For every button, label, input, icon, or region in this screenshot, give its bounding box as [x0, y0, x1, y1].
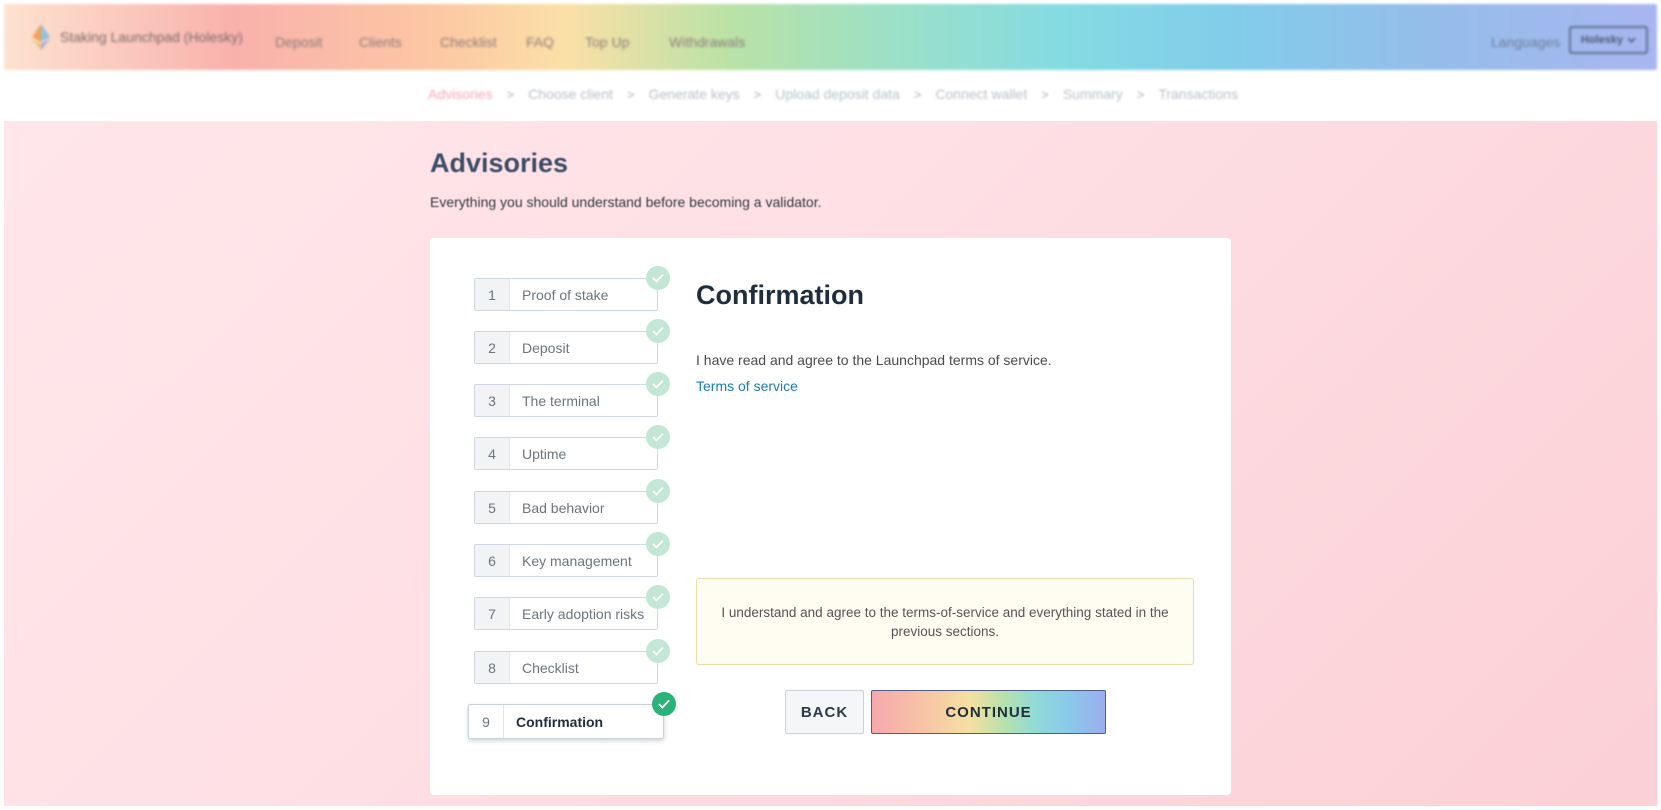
check-icon: [646, 319, 670, 343]
step-number: 2: [475, 332, 510, 363]
step-confirmation[interactable]: 9 Confirmation: [468, 692, 676, 739]
page-subtitle: Everything you should understand before …: [430, 194, 822, 210]
step-label: Key management: [522, 552, 632, 569]
step-checklist[interactable]: 8 Checklist: [474, 639, 670, 684]
chevron-right-icon: >: [1041, 86, 1049, 102]
step-number: 7: [475, 598, 510, 629]
page-title: Advisories: [430, 148, 569, 178]
step-label: Deposit: [522, 339, 570, 356]
step-number: 4: [475, 438, 510, 469]
step-number: 3: [475, 385, 510, 416]
breadcrumb-summary[interactable]: Summary: [1063, 86, 1123, 102]
check-icon: [652, 692, 676, 716]
step-the-terminal[interactable]: 3 The terminal: [474, 372, 670, 417]
breadcrumb-advisories[interactable]: Advisories: [428, 86, 493, 102]
confirmation-text: I have read and agree to the Launchpad t…: [696, 352, 1052, 368]
step-number: 1: [475, 279, 510, 310]
chevron-right-icon: >: [506, 86, 515, 102]
step-label: Proof of stake: [522, 286, 609, 303]
breadcrumb-transactions[interactable]: Transactions: [1158, 86, 1238, 102]
continue-button[interactable]: CONTINUE: [871, 690, 1106, 734]
breadcrumb-generate-keys[interactable]: Generate keys: [649, 86, 740, 102]
step-bad-behavior[interactable]: 5 Bad behavior: [474, 479, 670, 524]
step-label: Early adoption risks: [522, 605, 645, 622]
step-number: 6: [475, 545, 510, 576]
breadcrumb: Advisories > Choose client > Generate ke…: [428, 86, 1238, 102]
nav-checklist[interactable]: Checklist: [440, 34, 497, 50]
step-label: Confirmation: [516, 713, 604, 730]
brand-link[interactable]: Staking Launchpad (Holesky): [32, 24, 243, 50]
step-proof-of-stake[interactable]: 1 Proof of stake: [474, 266, 670, 311]
check-icon: [646, 479, 670, 503]
agree-terms-label: I understand and agree to the terms-of-s…: [721, 604, 1169, 639]
step-number: 8: [475, 652, 510, 683]
step-label: Checklist: [522, 659, 579, 676]
ethereum-logo-icon: [32, 24, 50, 50]
languages-link[interactable]: Languages: [1491, 34, 1560, 50]
nav-deposit[interactable]: Deposit: [275, 34, 322, 50]
step-early-adoption-risks[interactable]: 7 Early adoption risks: [474, 585, 670, 630]
step-label: The terminal: [522, 392, 600, 409]
breadcrumb-choose-client[interactable]: Choose client: [528, 86, 613, 102]
check-icon: [646, 585, 670, 609]
step-label: Uptime: [522, 445, 567, 462]
chevron-right-icon: >: [1136, 86, 1145, 102]
terms-of-service-link[interactable]: Terms of service: [696, 378, 798, 394]
back-button[interactable]: BACK: [785, 690, 864, 734]
confirmation-title: Confirmation: [696, 280, 864, 310]
breadcrumb-connect-wallet[interactable]: Connect wallet: [935, 86, 1027, 102]
check-icon: [646, 266, 670, 290]
nav-withdrawals[interactable]: Withdrawals: [669, 34, 745, 50]
step-deposit[interactable]: 2 Deposit: [474, 319, 670, 364]
nav-faq[interactable]: FAQ: [526, 34, 554, 50]
step-key-management[interactable]: 6 Key management: [474, 532, 670, 577]
chevron-right-icon: >: [753, 86, 762, 102]
check-icon: [646, 639, 670, 663]
step-number: 5: [475, 492, 510, 523]
check-icon: [646, 372, 670, 396]
chevron-right-icon: >: [913, 86, 922, 102]
chevron-right-icon: >: [627, 86, 635, 102]
brand-name: Staking Launchpad (Holesky): [60, 29, 243, 45]
step-number: 9: [469, 705, 504, 738]
check-icon: [646, 532, 670, 556]
nav-clients[interactable]: Clients: [359, 34, 402, 50]
network-select-value: Holesky: [1580, 34, 1624, 46]
chevron-down-icon: [1627, 37, 1636, 43]
check-icon: [646, 425, 670, 449]
step-label: Bad behavior: [522, 499, 605, 516]
top-navbar: Staking Launchpad (Holesky) Deposit Clie…: [4, 4, 1657, 70]
agree-terms-checkbox[interactable]: I understand and agree to the terms-of-s…: [696, 578, 1194, 665]
step-uptime[interactable]: 4 Uptime: [474, 425, 670, 470]
nav-top-up[interactable]: Top Up: [585, 34, 629, 50]
breadcrumb-upload-deposit-data[interactable]: Upload deposit data: [775, 86, 900, 102]
network-select[interactable]: Holesky: [1569, 26, 1648, 54]
